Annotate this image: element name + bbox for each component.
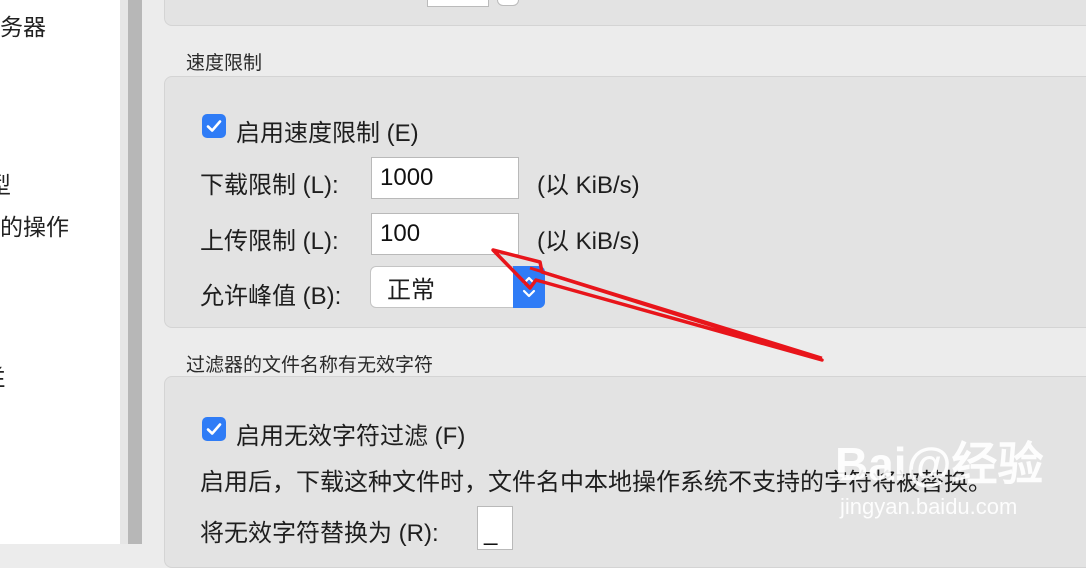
watermark-brand: Bai@经验 [835, 438, 1044, 490]
watermark-url: jingyan.baidu.com [840, 494, 1018, 519]
